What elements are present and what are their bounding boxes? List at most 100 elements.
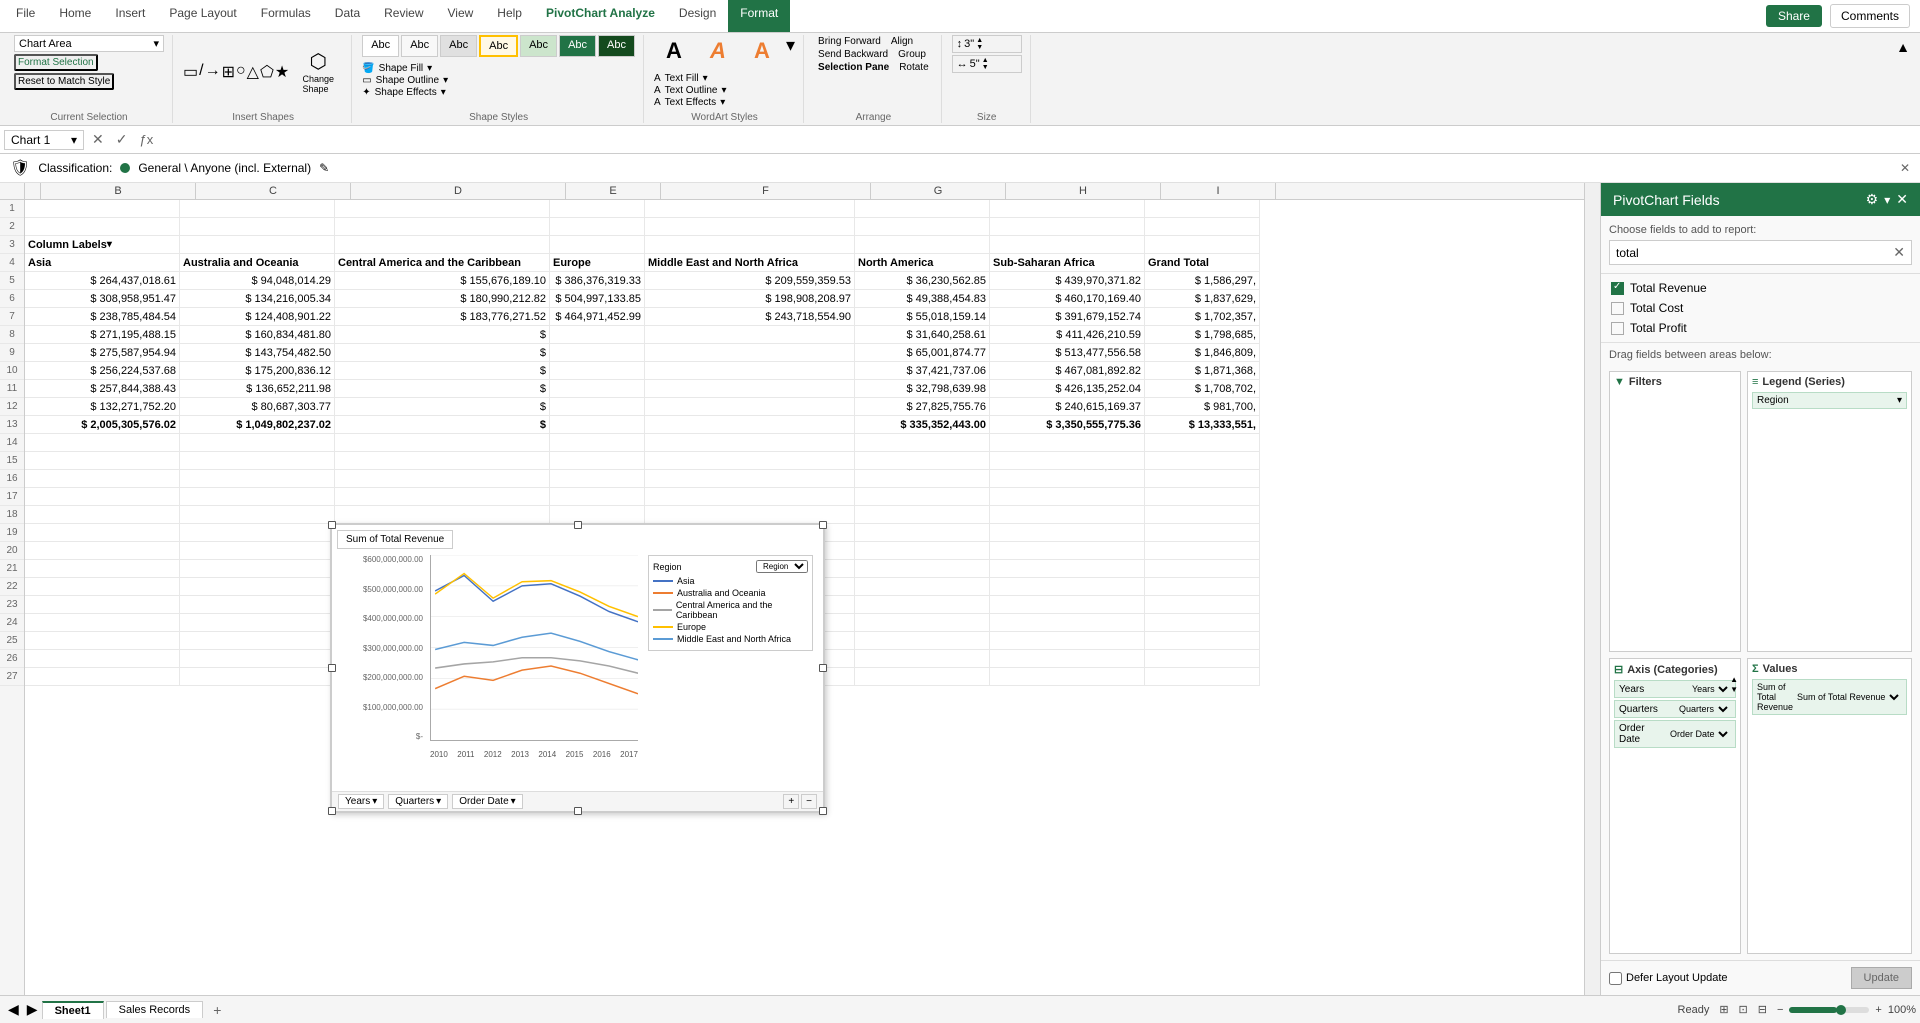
cell-f8[interactable] bbox=[645, 326, 855, 344]
cell-h1[interactable] bbox=[990, 200, 1145, 218]
cell-i13[interactable]: $ 13,333,551, bbox=[1145, 416, 1260, 434]
tab-data[interactable]: Data bbox=[323, 0, 372, 32]
cell-e9[interactable] bbox=[550, 344, 645, 362]
cell-g6[interactable]: $ 49,388,454.83 bbox=[855, 290, 990, 308]
next-sheet-icon[interactable]: ▶ bbox=[23, 1001, 42, 1018]
cell-c9[interactable]: $ 143,754,482.50 bbox=[180, 344, 335, 362]
cell-g5[interactable]: $ 36,230,562.85 bbox=[855, 272, 990, 290]
cell-reference-box[interactable]: Chart 1 ▾ bbox=[4, 130, 84, 150]
triangle-icon[interactable]: △ bbox=[247, 62, 259, 82]
shape-effects-button[interactable]: ✦ Shape Effects ▾ bbox=[362, 87, 448, 98]
cell-f1[interactable] bbox=[645, 200, 855, 218]
format-selection-button[interactable]: Format Selection bbox=[14, 54, 98, 71]
cell-i4[interactable]: Grand Total bbox=[1145, 254, 1260, 272]
comments-button[interactable]: Comments bbox=[1830, 4, 1910, 28]
chart-handle-mr[interactable] bbox=[819, 664, 827, 672]
cell-b1[interactable] bbox=[25, 200, 180, 218]
group-button[interactable]: Group bbox=[894, 48, 930, 61]
cell-d5[interactable]: $ 155,676,189.10 bbox=[335, 272, 550, 290]
height-input[interactable]: ↕ 3" ▲ ▼ bbox=[952, 35, 1022, 53]
table-view-icon[interactable]: ⊞ bbox=[1719, 1003, 1728, 1016]
pivot-search-input[interactable] bbox=[1616, 246, 1893, 260]
cell-g1[interactable] bbox=[855, 200, 990, 218]
axis-years-item[interactable]: Years Years bbox=[1614, 680, 1736, 698]
values-sum-revenue-item[interactable]: Sum of Total Revenue Sum of Total Revenu… bbox=[1752, 679, 1907, 715]
axis-quarters-select[interactable]: Quarters bbox=[1675, 703, 1731, 715]
cell-b5[interactable]: $ 264,437,018.61 bbox=[25, 272, 180, 290]
formula-input[interactable] bbox=[161, 131, 1916, 149]
rectangle-icon[interactable]: ▭ bbox=[183, 62, 198, 82]
col-header-f[interactable]: F bbox=[661, 183, 871, 199]
cell-i12[interactable]: $ 981,700, bbox=[1145, 398, 1260, 416]
cell-d8[interactable]: $ bbox=[335, 326, 550, 344]
zoom-slider[interactable] bbox=[1789, 1007, 1869, 1013]
classification-close-icon[interactable]: ✕ bbox=[1900, 161, 1910, 175]
height-down-icon[interactable]: ▼ bbox=[976, 44, 983, 51]
height-up-icon[interactable]: ▲ bbox=[976, 37, 983, 44]
total-revenue-checkbox[interactable] bbox=[1611, 282, 1624, 295]
page-break-view-icon[interactable]: ⊟ bbox=[1758, 1003, 1767, 1016]
reset-match-style-button[interactable]: Reset to Match Style bbox=[14, 73, 114, 90]
col-header-b[interactable]: B bbox=[41, 183, 196, 199]
shape-outline-button[interactable]: ▭ Shape Outline ▾ bbox=[362, 75, 448, 86]
tab-formulas[interactable]: Formulas bbox=[249, 0, 323, 32]
cell-e13[interactable] bbox=[550, 416, 645, 434]
bring-forward-button[interactable]: Bring Forward bbox=[814, 35, 885, 48]
cell-b4[interactable]: Asia bbox=[25, 254, 180, 272]
axis-years-select[interactable]: Years bbox=[1688, 683, 1731, 695]
add-sheet-button[interactable]: + bbox=[205, 1000, 229, 1020]
tab-insert[interactable]: Insert bbox=[103, 0, 157, 32]
order-date-axis-button[interactable]: Order Date ▾ bbox=[452, 794, 523, 809]
col-header-i[interactable]: I bbox=[1161, 183, 1276, 199]
legend-region-select[interactable]: Region bbox=[756, 560, 808, 573]
cell-b6[interactable]: $ 308,958,951.47 bbox=[25, 290, 180, 308]
cell-h6[interactable]: $ 460,170,169.40 bbox=[990, 290, 1145, 308]
shape-style-5[interactable]: Abc bbox=[520, 35, 557, 57]
cell-g11[interactable]: $ 32,798,639.98 bbox=[855, 380, 990, 398]
cell-g13[interactable]: $ 335,352,443.00 bbox=[855, 416, 990, 434]
tab-help[interactable]: Help bbox=[485, 0, 534, 32]
cell-i7[interactable]: $ 1,702,357, bbox=[1145, 308, 1260, 326]
chart-container[interactable]: Sum of Total Revenue $600,000,000.00 $50… bbox=[330, 523, 825, 813]
cell-f11[interactable] bbox=[645, 380, 855, 398]
shape-style-3[interactable]: Abc bbox=[440, 35, 477, 57]
pivot-search-clear-icon[interactable]: ✕ bbox=[1893, 244, 1905, 261]
shape-icon-more[interactable]: ⊞ bbox=[222, 62, 235, 82]
cell-e1[interactable] bbox=[550, 200, 645, 218]
cell-i3[interactable] bbox=[1145, 236, 1260, 254]
zoom-thumb[interactable] bbox=[1836, 1005, 1846, 1015]
values-sum-select[interactable]: Sum of Total Revenue bbox=[1793, 691, 1902, 703]
cell-f2[interactable] bbox=[645, 218, 855, 236]
cell-h10[interactable]: $ 467,081,892.82 bbox=[990, 362, 1145, 380]
cell-h8[interactable]: $ 411,426,210.59 bbox=[990, 326, 1145, 344]
defer-update-checkbox[interactable] bbox=[1609, 972, 1622, 985]
cell-b8[interactable]: $ 271,195,488.15 bbox=[25, 326, 180, 344]
tab-file[interactable]: File bbox=[4, 0, 47, 32]
prev-sheet-icon[interactable]: ◀ bbox=[4, 1001, 23, 1018]
chart-handle-br[interactable] bbox=[819, 807, 827, 815]
cell-i9[interactable]: $ 1,846,809, bbox=[1145, 344, 1260, 362]
cell-d3[interactable] bbox=[335, 236, 550, 254]
width-input[interactable]: ↔ 5" ▲ ▼ bbox=[952, 55, 1022, 73]
shape-style-1[interactable]: Abc bbox=[362, 35, 399, 57]
wordart-btn-2[interactable]: A bbox=[698, 35, 738, 67]
cell-c13[interactable]: $ 1,049,802,237.02 bbox=[180, 416, 335, 434]
shape-style-7[interactable]: Abc bbox=[598, 35, 635, 57]
axis-scroll-down-icon[interactable]: ▼ bbox=[1730, 685, 1738, 694]
cell-d9[interactable]: $ bbox=[335, 344, 550, 362]
share-button[interactable]: Share bbox=[1766, 5, 1822, 27]
col-header-h[interactable]: H bbox=[1006, 183, 1161, 199]
tab-page-layout[interactable]: Page Layout bbox=[157, 0, 248, 32]
cell-d2[interactable] bbox=[335, 218, 550, 236]
change-shape-button[interactable]: ⬡ ChangeShape bbox=[293, 46, 343, 97]
cell-d4[interactable]: Central America and the Caribbean bbox=[335, 254, 550, 272]
cell-f5[interactable]: $ 209,559,359.53 bbox=[645, 272, 855, 290]
cell-e5[interactable]: $ 386,376,319.33 bbox=[550, 272, 645, 290]
cell-b11[interactable]: $ 257,844,388.43 bbox=[25, 380, 180, 398]
cell-f3[interactable] bbox=[645, 236, 855, 254]
chart-handle-tl[interactable] bbox=[328, 521, 336, 529]
cell-c1[interactable] bbox=[180, 200, 335, 218]
chart-collapse-icon[interactable]: − bbox=[801, 794, 817, 809]
line-icon[interactable]: / bbox=[199, 62, 203, 82]
cell-c2[interactable] bbox=[180, 218, 335, 236]
